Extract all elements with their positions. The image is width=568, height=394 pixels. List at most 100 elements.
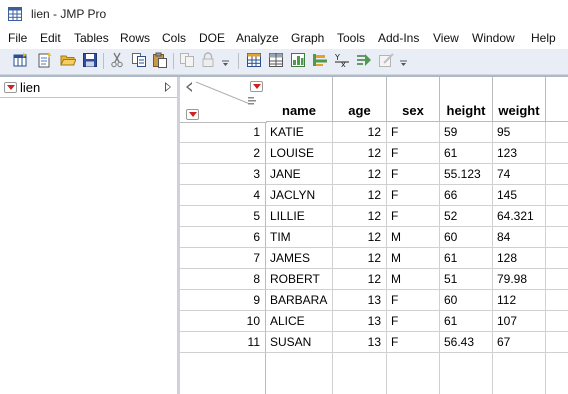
table-row[interactable]: 3 JANE 12 F 55.123 74 <box>180 164 568 185</box>
cell-sex[interactable]: F <box>387 122 440 143</box>
column-header-age[interactable]: age <box>333 77 387 122</box>
cell-sex[interactable]: F <box>387 206 440 227</box>
cell-weight[interactable]: 107 <box>493 311 546 332</box>
toolbar-overflow-icon[interactable] <box>400 60 407 67</box>
cell-sex[interactable]: M <box>387 227 440 248</box>
toolbar-overflow-icon[interactable] <box>222 60 229 67</box>
row-number[interactable]: 3 <box>180 164 266 185</box>
rows-red-triangle-icon[interactable] <box>186 109 199 120</box>
cell-sex[interactable]: F <box>387 185 440 206</box>
cell-weight[interactable]: 74 <box>493 164 546 185</box>
new-script-icon[interactable] <box>37 52 53 68</box>
cell-age[interactable]: 12 <box>333 269 387 290</box>
cell-height[interactable]: 51 <box>440 269 493 290</box>
cell-age[interactable]: 13 <box>333 332 387 353</box>
open-file-icon[interactable] <box>60 52 76 68</box>
cell-height[interactable]: 66 <box>440 185 493 206</box>
column-header-sex[interactable]: sex <box>387 77 440 122</box>
row-number[interactable]: 4 <box>180 185 266 206</box>
menu-edit[interactable]: Edit <box>40 31 61 45</box>
cell-sex[interactable]: F <box>387 311 440 332</box>
cell-weight[interactable]: 64.321 <box>493 206 546 227</box>
cell-height[interactable]: 55.123 <box>440 164 493 185</box>
column-header-height[interactable]: height <box>440 77 493 122</box>
distribution-icon[interactable] <box>290 52 306 68</box>
row-number[interactable]: 1 <box>180 122 266 143</box>
cell-name[interactable]: JANE <box>266 164 333 185</box>
paste-icon[interactable] <box>152 52 168 68</box>
row-number[interactable]: 9 <box>180 290 266 311</box>
cell-age[interactable]: 12 <box>333 227 387 248</box>
cell-name[interactable]: BARBARA <box>266 290 333 311</box>
cell-height[interactable]: 60 <box>440 227 493 248</box>
table-row[interactable]: 10 ALICE 13 F 61 107 <box>180 311 568 332</box>
cell-height[interactable]: 61 <box>440 143 493 164</box>
column-nav-left-icon[interactable] <box>186 82 192 92</box>
red-triangle-menu-icon[interactable] <box>4 82 17 93</box>
cell-name[interactable]: TIM <box>266 227 333 248</box>
tabulate-icon[interactable] <box>268 52 284 68</box>
table-row[interactable]: 6 TIM 12 M 60 84 <box>180 227 568 248</box>
cell-weight[interactable]: 95 <box>493 122 546 143</box>
cell-height[interactable]: 61 <box>440 311 493 332</box>
table-row[interactable]: 1 KATIE 12 F 59 95 <box>180 122 568 143</box>
fit-model-icon[interactable]: Y x <box>334 52 350 68</box>
menu-add-ins[interactable]: Add-Ins <box>378 31 419 45</box>
cell-name[interactable]: SUSAN <box>266 332 333 353</box>
row-number[interactable]: 6 <box>180 227 266 248</box>
cell-weight[interactable]: 84 <box>493 227 546 248</box>
menu-window[interactable]: Window <box>472 31 515 45</box>
cell-sex[interactable]: F <box>387 332 440 353</box>
menu-help[interactable]: Help <box>531 31 556 45</box>
cell-sex[interactable]: F <box>387 164 440 185</box>
menu-tables[interactable]: Tables <box>74 31 109 45</box>
cell-sex[interactable]: F <box>387 143 440 164</box>
cell-age[interactable]: 12 <box>333 122 387 143</box>
cell-height[interactable]: 52 <box>440 206 493 227</box>
cell-weight[interactable]: 123 <box>493 143 546 164</box>
fit-y-by-x-icon[interactable] <box>312 52 328 68</box>
menu-rows[interactable]: Rows <box>120 31 150 45</box>
collapse-panel-icon[interactable] <box>165 82 171 92</box>
cell-sex[interactable]: F <box>387 290 440 311</box>
row-number[interactable]: 2 <box>180 143 266 164</box>
graph-builder-icon[interactable] <box>356 52 372 68</box>
table-row[interactable]: 4 JACLYN 12 F 66 145 <box>180 185 568 206</box>
cell-name[interactable]: KATIE <box>266 122 333 143</box>
cell-age[interactable]: 12 <box>333 206 387 227</box>
cell-name[interactable]: LILLIE <box>266 206 333 227</box>
row-number[interactable]: 8 <box>180 269 266 290</box>
cell-height[interactable]: 56.43 <box>440 332 493 353</box>
cell-age[interactable]: 13 <box>333 311 387 332</box>
copy-icon[interactable] <box>131 52 147 68</box>
column-header-name[interactable]: name <box>266 77 333 122</box>
table-row[interactable]: 8 ROBERT 12 M 51 79.98 <box>180 269 568 290</box>
menu-file[interactable]: File <box>8 31 27 45</box>
cell-sex[interactable]: M <box>387 269 440 290</box>
cell-weight[interactable]: 79.98 <box>493 269 546 290</box>
cell-weight[interactable]: 128 <box>493 248 546 269</box>
table-row[interactable]: 7 JAMES 12 M 61 128 <box>180 248 568 269</box>
column-header-weight[interactable]: weight <box>493 77 546 122</box>
table-row[interactable]: 9 BARBARA 13 F 60 112 <box>180 290 568 311</box>
cell-name[interactable]: JACLYN <box>266 185 333 206</box>
cell-age[interactable]: 12 <box>333 164 387 185</box>
columns-red-triangle-icon[interactable] <box>250 81 263 92</box>
menu-view[interactable]: View <box>433 31 459 45</box>
menu-cols[interactable]: Cols <box>162 31 186 45</box>
cut-icon[interactable] <box>109 52 125 68</box>
menu-graph[interactable]: Graph <box>291 31 324 45</box>
row-number[interactable]: 11 <box>180 332 266 353</box>
row-number[interactable]: 5 <box>180 206 266 227</box>
cell-height[interactable]: 60 <box>440 290 493 311</box>
row-number[interactable]: 7 <box>180 248 266 269</box>
new-data-table-icon[interactable] <box>12 52 28 68</box>
cell-age[interactable]: 13 <box>333 290 387 311</box>
data-table-icon[interactable] <box>246 52 262 68</box>
row-number[interactable]: 10 <box>180 311 266 332</box>
table-row[interactable]: 5 LILLIE 12 F 52 64.321 <box>180 206 568 227</box>
cell-age[interactable]: 12 <box>333 185 387 206</box>
save-icon[interactable] <box>82 52 98 68</box>
cell-weight[interactable]: 67 <box>493 332 546 353</box>
menu-doe[interactable]: DOE <box>199 31 225 45</box>
